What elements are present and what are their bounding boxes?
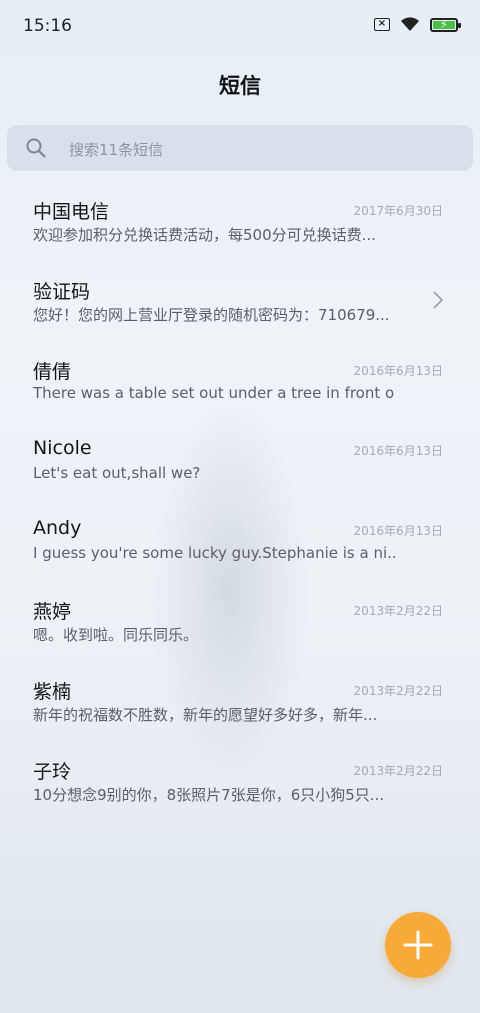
status-time: 15:16 bbox=[23, 16, 72, 36]
status-icons: × ⚡ bbox=[374, 17, 461, 32]
message-sender: Nicole bbox=[33, 437, 92, 459]
message-sender: 中国电信 bbox=[33, 201, 110, 223]
message-date: 2013年2月22日 bbox=[353, 764, 443, 778]
search-input[interactable]: 搜索11条短信 bbox=[7, 125, 473, 171]
message-item[interactable]: Nicole 2016年6月13日 Let's eat out,shall we… bbox=[0, 426, 480, 506]
message-item[interactable]: 子玲 2013年2月22日 10分想念9别的你，8张照片7张是你，6只小狗5只.… bbox=[0, 746, 480, 826]
message-item[interactable]: 倩倩 2016年6月13日 There was a table set out … bbox=[0, 346, 480, 426]
message-date: 2016年6月13日 bbox=[353, 524, 443, 538]
page-title: 短信 bbox=[219, 74, 261, 98]
battery-charging-icon: ⚡ bbox=[433, 18, 455, 31]
message-date: 2016年6月13日 bbox=[353, 364, 443, 378]
plus-icon bbox=[403, 930, 433, 960]
message-item[interactable]: 燕婷 2013年2月22日 嗯。收到啦。同乐同乐。 bbox=[0, 586, 480, 666]
message-preview: 欢迎参加积分兑换话费活动，每500分可兑换话费... bbox=[33, 226, 376, 244]
no-sim-icon: × bbox=[374, 18, 390, 31]
search-icon bbox=[26, 138, 46, 158]
message-sender: 紫楠 bbox=[33, 681, 72, 703]
message-preview: There was a table set out under a tree i… bbox=[33, 384, 395, 402]
new-message-button[interactable] bbox=[385, 912, 451, 978]
message-item[interactable]: 紫楠 2013年2月22日 新年的祝福数不胜数，新年的愿望好多好多，新年... bbox=[0, 666, 480, 746]
message-item[interactable]: Andy 2016年6月13日 I guess you're some luck… bbox=[0, 506, 480, 586]
search-placeholder: 搜索11条短信 bbox=[69, 141, 164, 159]
message-date: 2016年6月13日 bbox=[353, 444, 443, 458]
message-sender: 倩倩 bbox=[33, 361, 72, 383]
message-preview: 您好！您的网上营业厅登录的随机密码为：710679... bbox=[33, 306, 390, 324]
message-date: 2013年2月22日 bbox=[353, 684, 443, 698]
status-bar: 15:16 × ⚡ bbox=[0, 0, 480, 52]
message-item[interactable]: 中国电信 2017年6月30日 欢迎参加积分兑换话费活动，每500分可兑换话费.… bbox=[0, 186, 480, 266]
battery-icon: ⚡ bbox=[430, 17, 461, 32]
message-preview: I guess you're some lucky guy.Stephanie … bbox=[33, 544, 395, 562]
message-preview: 嗯。收到啦。同乐同乐。 bbox=[33, 626, 199, 644]
message-sender: Andy bbox=[33, 517, 82, 539]
message-sender: 燕婷 bbox=[33, 601, 72, 623]
message-sender: 验证码 bbox=[33, 281, 91, 303]
message-list: 中国电信 2017年6月30日 欢迎参加积分兑换话费活动，每500分可兑换话费.… bbox=[0, 186, 480, 826]
message-preview: Let's eat out,shall we? bbox=[33, 464, 201, 482]
chevron-right-icon bbox=[433, 291, 444, 309]
message-folder-item[interactable]: 验证码 您好！您的网上营业厅登录的随机密码为：710679... bbox=[0, 266, 480, 346]
message-preview: 新年的祝福数不胜数，新年的愿望好多好多，新年... bbox=[33, 706, 378, 724]
message-date: 2013年2月22日 bbox=[353, 604, 443, 618]
message-date: 2017年6月30日 bbox=[353, 204, 443, 218]
message-preview: 10分想念9别的你，8张照片7张是你，6只小狗5只... bbox=[33, 786, 385, 804]
wifi-icon bbox=[401, 17, 419, 31]
message-sender: 子玲 bbox=[33, 761, 72, 783]
